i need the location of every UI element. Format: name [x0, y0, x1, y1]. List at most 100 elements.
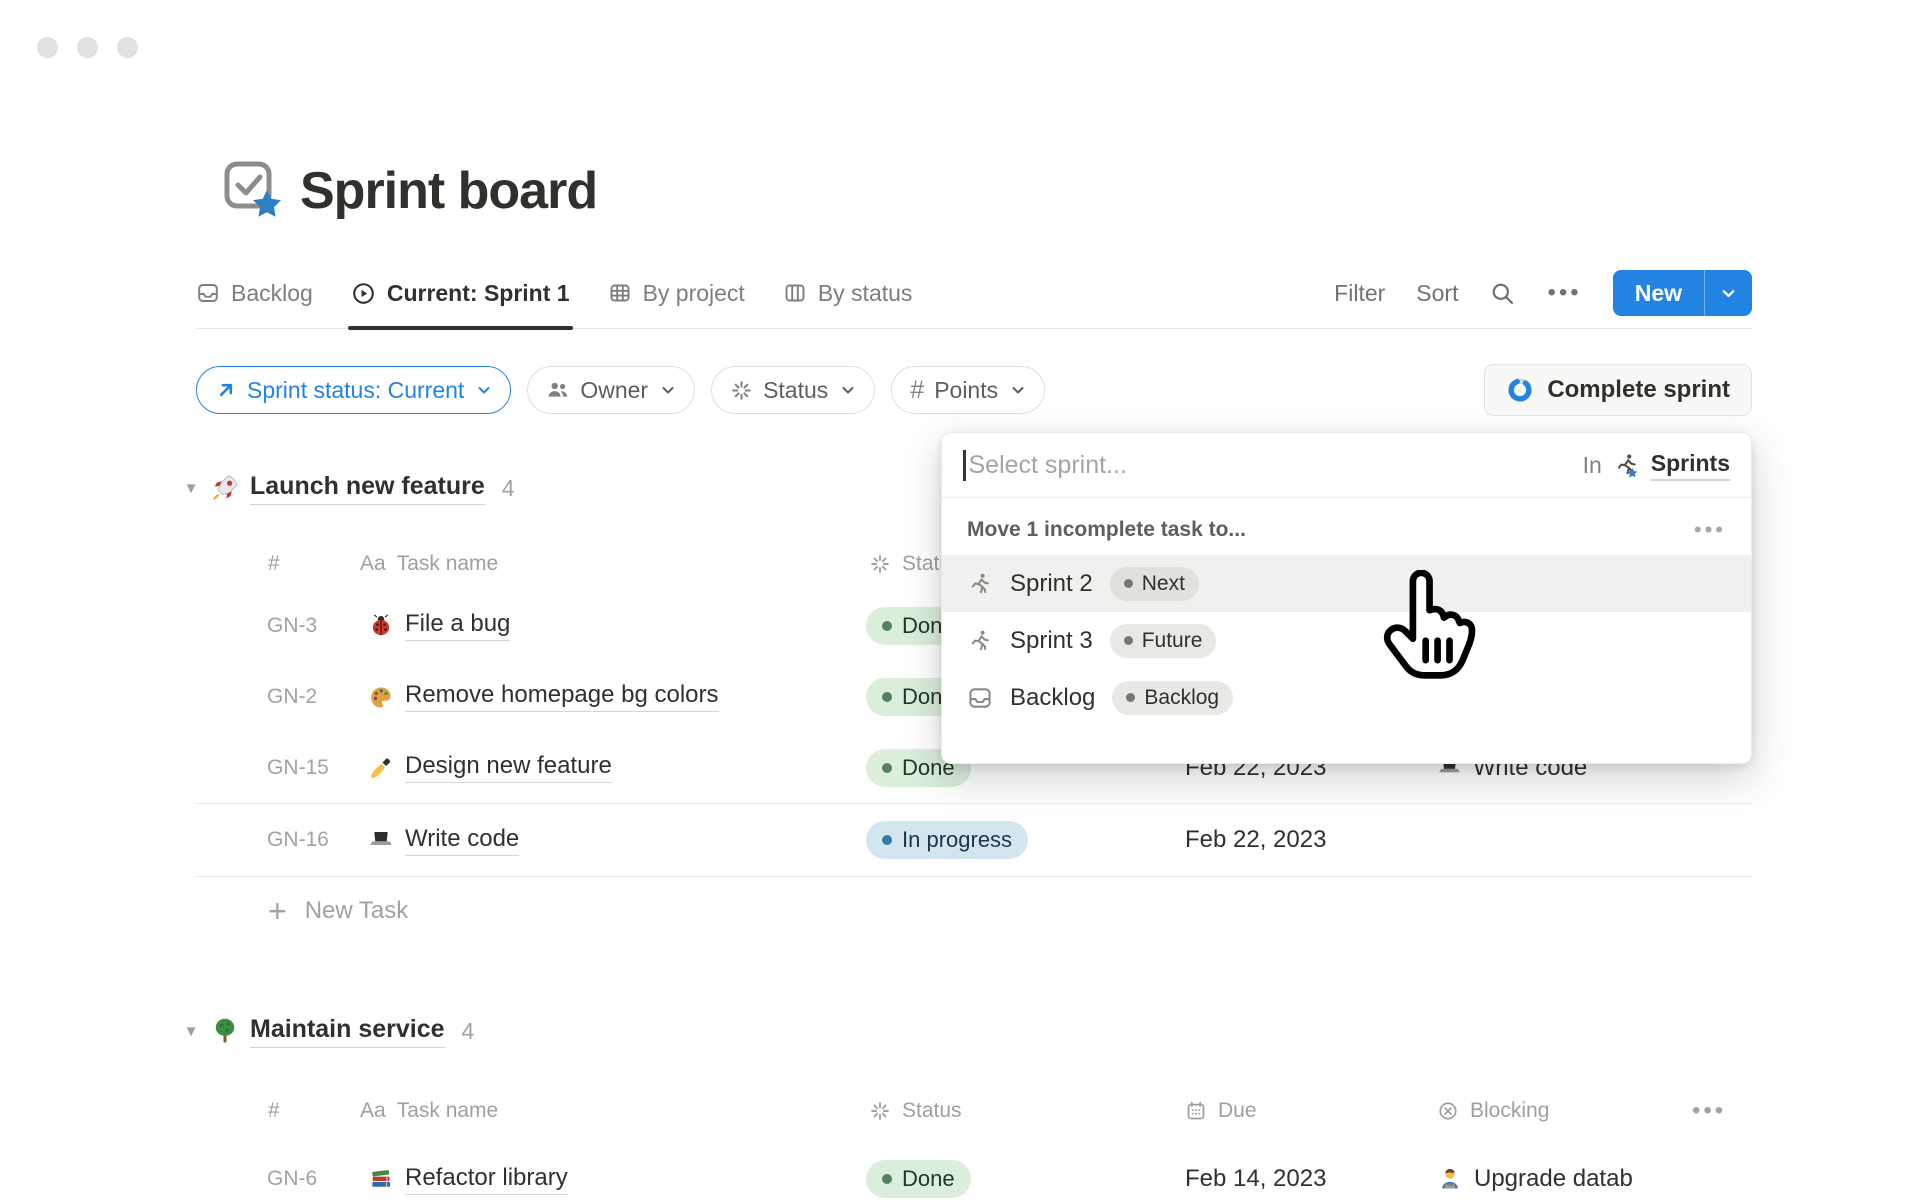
task-name-cell[interactable]: File a bug [368, 590, 510, 661]
new-task-button[interactable]: + New Task [196, 876, 1752, 946]
status-label: Done [902, 1166, 955, 1192]
rocket-emoji [210, 473, 240, 503]
tab-backlog[interactable]: Backlog [196, 258, 313, 328]
spinner-icon [869, 553, 891, 575]
status-dot-icon [882, 835, 892, 845]
sprints-database-link[interactable]: Sprints [1651, 450, 1730, 481]
search-icon[interactable] [1489, 280, 1516, 307]
tab-by-status[interactable]: By status [783, 258, 913, 328]
sort-button[interactable]: Sort [1416, 280, 1458, 307]
chip-points[interactable]: # Points [891, 366, 1045, 414]
sprint-options-list: Move 1 incomplete task to... ••• Sprint … [942, 498, 1751, 726]
column-label: Task name [397, 1099, 499, 1123]
text-type-icon: Aa [360, 552, 386, 576]
tab-by-project[interactable]: By project [608, 258, 745, 328]
more-options-icon[interactable]: ••• [1547, 279, 1581, 307]
task-name[interactable]: File a bug [405, 610, 510, 641]
sprint-board-app: Sprint board Backlog Current: Sprint 1 [0, 0, 1920, 1200]
task-name[interactable]: Refactor library [405, 1164, 568, 1195]
option-backlog[interactable]: Backlog Backlog [942, 669, 1751, 726]
blocking-task-link[interactable]: Upgrade datab [1474, 1165, 1633, 1193]
text-type-icon: Aa [360, 1099, 386, 1123]
view-tabbar: Backlog Current: Sprint 1 By project [196, 258, 1752, 329]
blocked-circle-icon [1437, 1100, 1459, 1122]
collapse-triangle-icon[interactable]: ▼ [174, 480, 208, 497]
task-name[interactable]: Design new feature [405, 752, 612, 783]
group-count: 4 [502, 475, 515, 502]
task-name-cell[interactable]: Design new feature [368, 732, 612, 803]
option-sprint-2[interactable]: Sprint 2 Next [942, 555, 1751, 612]
column-due[interactable]: Due [1185, 1079, 1257, 1143]
status-cell[interactable]: In progress [866, 804, 1028, 876]
palette-emoji [368, 684, 394, 710]
status-cell[interactable]: Done [866, 1143, 971, 1200]
new-button[interactable]: New [1613, 270, 1704, 316]
filter-button[interactable]: Filter [1334, 280, 1385, 307]
spinner-icon [730, 379, 753, 402]
chevron-down-icon [840, 382, 856, 398]
due-cell[interactable]: Feb 14, 2023 [1185, 1143, 1326, 1200]
column-label: Due [1218, 1099, 1257, 1123]
option-label: Backlog [1010, 684, 1095, 712]
sprint-search-input[interactable]: Select sprint... In Spr [942, 433, 1751, 498]
ladybug-emoji [368, 613, 394, 639]
status-dot-icon [882, 763, 892, 773]
blocking-cell[interactable]: Upgrade datab [1437, 1143, 1755, 1200]
chevron-down-icon [1720, 285, 1737, 302]
complete-sprint-label: Complete sprint [1547, 376, 1730, 404]
arrow-up-right-icon [215, 379, 237, 401]
task-name-cell[interactable]: Remove homepage bg colors [368, 661, 719, 732]
play-circle-icon [351, 281, 376, 306]
badge-label: Future [1142, 629, 1203, 653]
columns-more-icon[interactable]: ••• [1692, 1079, 1726, 1143]
group-count: 4 [462, 1018, 475, 1045]
chip-label: Owner [580, 377, 648, 404]
task-id: GN-3 [267, 590, 317, 661]
task-name[interactable]: Write code [405, 825, 519, 856]
tab-current-sprint[interactable]: Current: Sprint 1 [351, 258, 570, 328]
status-dot-icon [882, 1174, 892, 1184]
group-title[interactable]: Launch new feature [250, 472, 485, 505]
window-zoom-button[interactable] [117, 37, 138, 58]
chip-sprint-status[interactable]: Sprint status: Current [196, 366, 511, 414]
task-name-cell[interactable]: Write code [368, 804, 519, 876]
backlog-icon [967, 685, 993, 711]
status-badge: In progress [866, 821, 1028, 859]
group-header-maintain-service: ▼ Maintain service 4 [174, 1005, 474, 1057]
new-task-label: New Task [305, 897, 409, 925]
grid-icon [608, 281, 632, 305]
column-header-row: # Aa Task name Status Due [196, 1079, 1752, 1144]
column-task-name[interactable]: Aa Task name [360, 1079, 498, 1143]
column-label: Status [902, 1099, 962, 1123]
group-title[interactable]: Maintain service [250, 1015, 445, 1048]
option-label: Sprint 2 [1010, 570, 1093, 598]
tree-emoji [210, 1016, 240, 1046]
column-status[interactable]: Status [869, 1079, 962, 1143]
column-task-name[interactable]: Aa Task name [360, 538, 498, 590]
new-button-group: New [1613, 270, 1752, 316]
task-name[interactable]: Remove homepage bg colors [405, 681, 719, 712]
column-id[interactable]: # [268, 1079, 280, 1143]
option-sprint-3[interactable]: Sprint 3 Future [942, 612, 1751, 669]
laptop-emoji [368, 827, 394, 853]
window-close-button[interactable] [37, 37, 58, 58]
column-blocking[interactable]: Blocking [1437, 1079, 1549, 1143]
section-more-icon[interactable]: ••• [1694, 517, 1726, 543]
table-row[interactable]: GN-6 Refactor library Done Feb 14, 2023 [196, 1143, 1752, 1200]
collapse-triangle-icon[interactable]: ▼ [174, 1023, 208, 1040]
people-icon [546, 378, 570, 402]
task-name-cell[interactable]: Refactor library [368, 1143, 568, 1200]
window-minimize-button[interactable] [77, 37, 98, 58]
table-row[interactable]: GN-16 Write code In progress Feb 22, 202… [196, 804, 1752, 877]
runner-icon [967, 571, 993, 597]
spinner-icon [869, 1100, 891, 1122]
new-dropdown-button[interactable] [1705, 270, 1752, 316]
complete-sprint-button[interactable]: Complete sprint [1484, 364, 1752, 416]
task-id: GN-2 [267, 661, 317, 732]
column-id[interactable]: # [268, 538, 280, 590]
chip-owner[interactable]: Owner [527, 366, 695, 414]
tab-label: By status [818, 280, 913, 307]
sprint-status-badge: Backlog [1112, 681, 1233, 715]
due-cell[interactable]: Feb 22, 2023 [1185, 804, 1326, 876]
chip-status[interactable]: Status [711, 366, 875, 414]
